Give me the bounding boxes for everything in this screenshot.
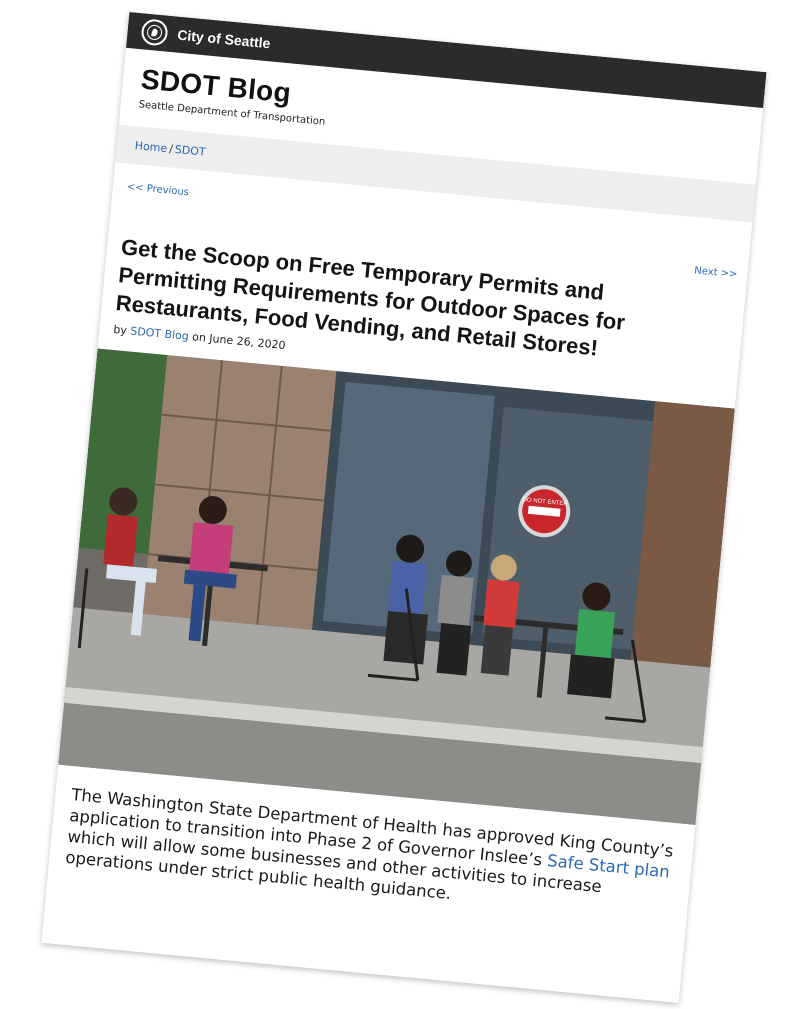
hero-image: DO NOT ENTER [58, 348, 735, 825]
seal-glyph [147, 24, 163, 40]
previous-post-link[interactable]: << Previous [126, 182, 189, 199]
breadcrumb-separator: / [168, 141, 174, 156]
breadcrumb-home[interactable]: Home [134, 139, 168, 155]
city-seal-icon[interactable] [140, 18, 169, 47]
post-date: June 26, 2020 [208, 331, 287, 353]
author-link[interactable]: SDOT Blog [130, 324, 190, 342]
breadcrumb-sdot[interactable]: SDOT [174, 142, 206, 158]
outdoor-dining-photo: DO NOT ENTER [58, 348, 735, 825]
byline-prefix: by [112, 322, 128, 338]
blog-page: City of Seattle SDOT Blog Seattle Depart… [41, 11, 767, 1004]
screenshot-stage: City of Seattle SDOT Blog Seattle Depart… [0, 0, 795, 1009]
date-prefix: on [191, 330, 207, 345]
next-post-link[interactable]: Next >> [694, 265, 738, 280]
city-name-link[interactable]: City of Seattle [177, 27, 271, 52]
